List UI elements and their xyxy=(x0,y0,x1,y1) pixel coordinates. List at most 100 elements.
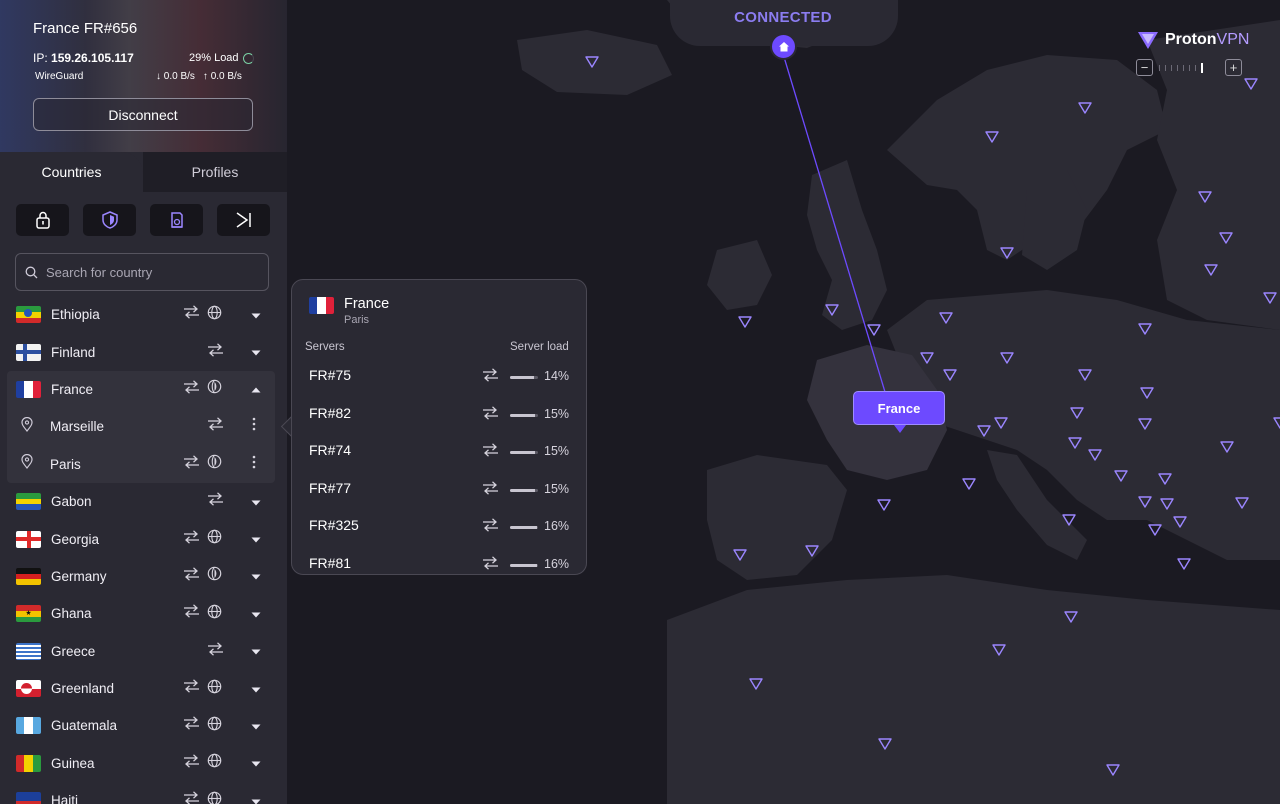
server-row[interactable]: FR#325 16% xyxy=(292,509,586,546)
country-row-germany[interactable]: Germany xyxy=(0,558,287,595)
server-marker-icon[interactable] xyxy=(738,316,752,328)
server-marker-icon[interactable] xyxy=(1160,498,1174,510)
country-row-ethiopia[interactable]: Ethiopia xyxy=(0,296,287,333)
chevron-down-icon[interactable] xyxy=(251,605,261,623)
server-marker-icon[interactable] xyxy=(1000,352,1014,364)
country-row-greenland[interactable]: Greenland xyxy=(0,670,287,707)
server-marker-icon[interactable] xyxy=(985,131,999,143)
server-marker-icon[interactable] xyxy=(1106,764,1120,776)
country-row-ghana[interactable]: ★ Ghana xyxy=(0,595,287,632)
server-marker-icon[interactable] xyxy=(585,56,599,68)
chevron-down-icon[interactable] xyxy=(251,343,261,361)
server-marker-icon[interactable] xyxy=(1220,441,1234,453)
server-marker-icon[interactable] xyxy=(1138,323,1152,335)
country-row-france[interactable]: France xyxy=(0,371,275,408)
search-input[interactable] xyxy=(44,263,268,281)
server-marker-icon[interactable] xyxy=(994,417,1008,429)
country-row-finland[interactable]: Finland xyxy=(0,333,287,370)
collapse-sidebar-button[interactable] xyxy=(217,204,270,236)
more-options-icon[interactable] xyxy=(252,417,256,436)
city-row-paris[interactable]: Paris xyxy=(0,446,275,483)
server-row[interactable]: FR#75 14% xyxy=(292,359,586,396)
country-name: France xyxy=(51,381,94,397)
server-marker-icon[interactable] xyxy=(733,549,747,561)
tab-profiles[interactable]: Profiles xyxy=(143,152,287,192)
server-marker-icon[interactable] xyxy=(1138,418,1152,430)
server-marker-icon[interactable] xyxy=(1078,102,1092,114)
server-marker-icon[interactable] xyxy=(749,678,763,690)
server-marker-icon[interactable] xyxy=(1177,558,1191,570)
server-marker-icon[interactable] xyxy=(920,352,934,364)
server-marker-icon[interactable] xyxy=(1000,247,1014,259)
server-marker-icon[interactable] xyxy=(805,545,819,557)
server-marker-icon[interactable] xyxy=(1062,514,1076,526)
chevron-down-icon[interactable] xyxy=(251,306,261,324)
country-row-guinea[interactable]: Guinea xyxy=(0,745,287,782)
server-marker-icon[interactable] xyxy=(1244,78,1258,90)
server-marker-icon[interactable] xyxy=(1068,437,1082,449)
country-row-gabon[interactable]: Gabon xyxy=(0,483,287,520)
server-row[interactable]: FR#77 15% xyxy=(292,472,586,509)
streaming-filter-button[interactable] xyxy=(150,204,203,236)
upload-speed-value: 0.0 B/s xyxy=(210,71,242,82)
server-marker-icon[interactable] xyxy=(1138,496,1152,508)
zoom-out-button[interactable]: − xyxy=(1136,59,1153,76)
upload-speed: ↑ 0.0 B/s xyxy=(203,71,242,82)
country-search[interactable] xyxy=(15,253,269,291)
server-marker-icon[interactable] xyxy=(1140,387,1154,399)
server-marker-icon[interactable] xyxy=(962,478,976,490)
city-row-marseille[interactable]: Marseille xyxy=(0,408,275,445)
server-marker-icon[interactable] xyxy=(1219,232,1233,244)
server-marker-icon[interactable] xyxy=(1235,497,1249,509)
home-location-icon[interactable] xyxy=(770,33,797,60)
server-marker-icon[interactable] xyxy=(867,324,881,336)
server-row[interactable]: FR#81 16% xyxy=(292,547,586,575)
country-row-guatemala[interactable]: Guatemala xyxy=(0,707,287,744)
country-row-greece[interactable]: Greece xyxy=(0,633,287,670)
server-marker-icon[interactable] xyxy=(1114,470,1128,482)
country-row-georgia[interactable]: Georgia xyxy=(0,520,287,557)
tab-countries[interactable]: Countries xyxy=(0,152,143,192)
chevron-down-icon[interactable] xyxy=(251,717,261,735)
chevron-down-icon[interactable] xyxy=(251,754,261,772)
p2p-arrows-icon xyxy=(183,529,200,549)
chevron-down-icon[interactable] xyxy=(251,642,261,660)
server-marker-icon[interactable] xyxy=(943,369,957,381)
connected-country-tag[interactable]: France xyxy=(853,391,945,433)
server-marker-icon[interactable] xyxy=(1148,524,1162,536)
disconnect-button[interactable]: Disconnect xyxy=(33,98,253,131)
chevron-down-icon[interactable] xyxy=(251,680,261,698)
more-options-icon[interactable] xyxy=(252,455,256,474)
server-row[interactable]: FR#82 15% xyxy=(292,397,586,434)
server-marker-icon[interactable] xyxy=(939,312,953,324)
server-marker-icon[interactable] xyxy=(1204,264,1218,276)
chevron-down-icon[interactable] xyxy=(251,530,261,548)
brand-vpn-text: VPN xyxy=(1216,31,1250,48)
server-marker-icon[interactable] xyxy=(1158,473,1172,485)
chevron-down-icon[interactable] xyxy=(251,792,261,804)
server-marker-icon[interactable] xyxy=(878,738,892,750)
zoom-slider[interactable] xyxy=(1159,62,1219,73)
globe-icon xyxy=(207,305,222,325)
secure-core-filter-button[interactable] xyxy=(16,204,69,236)
server-marker-icon[interactable] xyxy=(1070,407,1084,419)
server-marker-icon[interactable] xyxy=(977,425,991,437)
server-marker-icon[interactable] xyxy=(1088,449,1102,461)
chevron-down-icon[interactable] xyxy=(251,493,261,511)
country-row-haiti[interactable]: Haiti xyxy=(0,782,287,804)
server-marker-icon[interactable] xyxy=(992,644,1006,656)
zoom-control[interactable]: − + xyxy=(1136,59,1242,76)
server-marker-icon[interactable] xyxy=(1078,369,1092,381)
server-marker-icon[interactable] xyxy=(877,499,891,511)
server-marker-icon[interactable] xyxy=(1263,292,1277,304)
chevron-up-icon[interactable] xyxy=(251,380,261,398)
server-marker-icon[interactable] xyxy=(1173,516,1187,528)
chevron-down-icon[interactable] xyxy=(251,567,261,585)
server-marker-icon[interactable] xyxy=(1198,191,1212,203)
server-marker-icon[interactable] xyxy=(1064,611,1078,623)
server-row[interactable]: FR#74 15% xyxy=(292,434,586,471)
server-marker-icon[interactable] xyxy=(1273,417,1280,429)
zoom-in-button[interactable]: + xyxy=(1225,59,1242,76)
netshield-filter-button[interactable] xyxy=(83,204,136,236)
server-marker-icon[interactable] xyxy=(825,304,839,316)
